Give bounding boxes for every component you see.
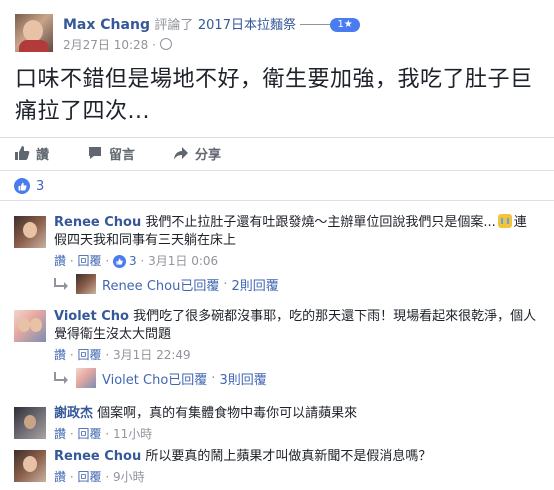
comment-reply-link[interactable]: 回覆	[78, 470, 102, 484]
likes-divider	[0, 200, 554, 201]
meta-separator: ·	[152, 38, 156, 52]
likes-summary[interactable]: 3	[14, 178, 44, 194]
commenter-avatar[interactable]	[14, 310, 46, 342]
comment-like-link[interactable]: 讚	[54, 427, 66, 441]
post-actions: 讚 留言 分享	[14, 138, 540, 168]
comment-like-link[interactable]: 讚	[54, 252, 66, 270]
thumbs-up-icon	[15, 146, 30, 160]
comment-time[interactable]: 3月1日 0:06	[148, 252, 218, 270]
reply-arrow-icon	[54, 278, 68, 290]
comment-text: 我們吃了很多碗都沒事耶，吃的那天還下雨！現場看起來很乾淨，個人	[133, 309, 537, 324]
replies-author: Renee Chou已回覆	[102, 278, 220, 294]
commenter-avatar[interactable]	[14, 407, 46, 439]
comment-like-link[interactable]: 讚	[54, 348, 66, 362]
privacy-globe-icon	[159, 38, 172, 50]
comment-reply-link[interactable]: 回覆	[78, 427, 102, 441]
group-badge-line	[300, 24, 331, 25]
comment-time[interactable]: 3月1日 22:49	[113, 348, 191, 362]
group-badge[interactable]: 1★	[330, 18, 360, 32]
replies-summary[interactable]: Violet Cho已回覆 · 3則回覆	[54, 368, 267, 388]
like-label: 讚	[36, 147, 50, 163]
comment-reply-link[interactable]: 回覆	[78, 252, 102, 270]
crying-face-icon	[497, 214, 512, 228]
meta-dot: ·	[69, 470, 74, 484]
comment-like-link[interactable]: 讚	[54, 470, 66, 484]
comment-time[interactable]: 9小時	[113, 470, 145, 484]
author-avatar[interactable]	[15, 14, 53, 52]
commenter-avatar[interactable]	[14, 450, 46, 482]
comment-text-tail: 連	[513, 215, 527, 230]
meta-dot: ·	[140, 254, 145, 268]
comment-icon	[89, 147, 102, 159]
like-badge-icon	[113, 254, 126, 268]
comment-time[interactable]: 11小時	[113, 427, 152, 441]
meta-dot: ·	[69, 254, 74, 268]
activity-prefix: 評論了	[154, 18, 194, 33]
group-link[interactable]: 2017日本拉麵祭	[198, 18, 296, 33]
comment-label: 留言	[109, 147, 136, 163]
post-date[interactable]: 2月27日 10:28	[63, 38, 148, 52]
comment-author[interactable]: Renee Chou	[54, 215, 141, 230]
meta-dot: ·	[105, 254, 110, 268]
meta-dot: ·	[69, 348, 74, 362]
reply-avatar	[76, 274, 96, 294]
comment-reaction-badge[interactable]: 3	[113, 252, 137, 270]
reply-avatar	[76, 368, 96, 388]
post-body: 口味不錯但是場地不好，衛生要加強，我吃了肚子巨痛拉了四次...	[15, 67, 533, 124]
replies-summary[interactable]: Renee Chou已回覆 · 2則回覆	[54, 274, 279, 294]
comment-text: 我們不止拉肚子還有吐跟發燒～主辦單位回說我們只是個案...	[145, 215, 496, 230]
share-icon	[174, 147, 189, 160]
comment-button[interactable]: 留言	[87, 144, 135, 163]
comment-text-line2: 覺得衛生沒太大問題	[54, 327, 172, 342]
post-header: Max Chang 評論了 2017日本拉麵祭 1★ 2月27日 10:28 ·	[15, 12, 540, 56]
replies-count: 2則回覆	[231, 278, 279, 294]
replies-count: 3則回覆	[219, 372, 267, 388]
comment-reply-link[interactable]: 回覆	[78, 348, 102, 362]
comment-text: 所以要真的鬧上蘋果才叫做真新聞不是假消息嗎？	[145, 449, 432, 464]
comment-author[interactable]: Renee Chou	[54, 449, 141, 464]
likes-count: 3	[36, 178, 45, 194]
reply-arrow-icon	[54, 372, 68, 384]
reaction-count: 3	[129, 254, 137, 268]
actions-divider-bottom	[0, 170, 554, 171]
meta-dot: ·	[105, 348, 110, 362]
meta-dot: ·	[223, 276, 228, 292]
share-label: 分享	[195, 147, 222, 163]
replies-author: Violet Cho已回覆	[102, 372, 208, 388]
meta-dot: ·	[105, 470, 110, 484]
meta-dot: ·	[105, 427, 110, 441]
meta-dot: ·	[69, 427, 74, 441]
like-button[interactable]: 讚	[14, 144, 49, 163]
like-badge-icon	[14, 178, 30, 194]
meta-dot: ·	[211, 370, 216, 386]
share-button[interactable]: 分享	[173, 144, 221, 163]
comment-author[interactable]: 謝政杰	[54, 406, 93, 421]
comment-text-line2: 假四天我和同事有三天躺在床上	[54, 233, 237, 248]
commenter-avatar[interactable]	[14, 216, 46, 248]
author-name[interactable]: Max Chang	[63, 17, 150, 33]
comment-text: 個案啊，真的有集體食物中毒你可以請蘋果來	[97, 406, 358, 421]
comment-author[interactable]: Violet Cho	[54, 309, 129, 324]
